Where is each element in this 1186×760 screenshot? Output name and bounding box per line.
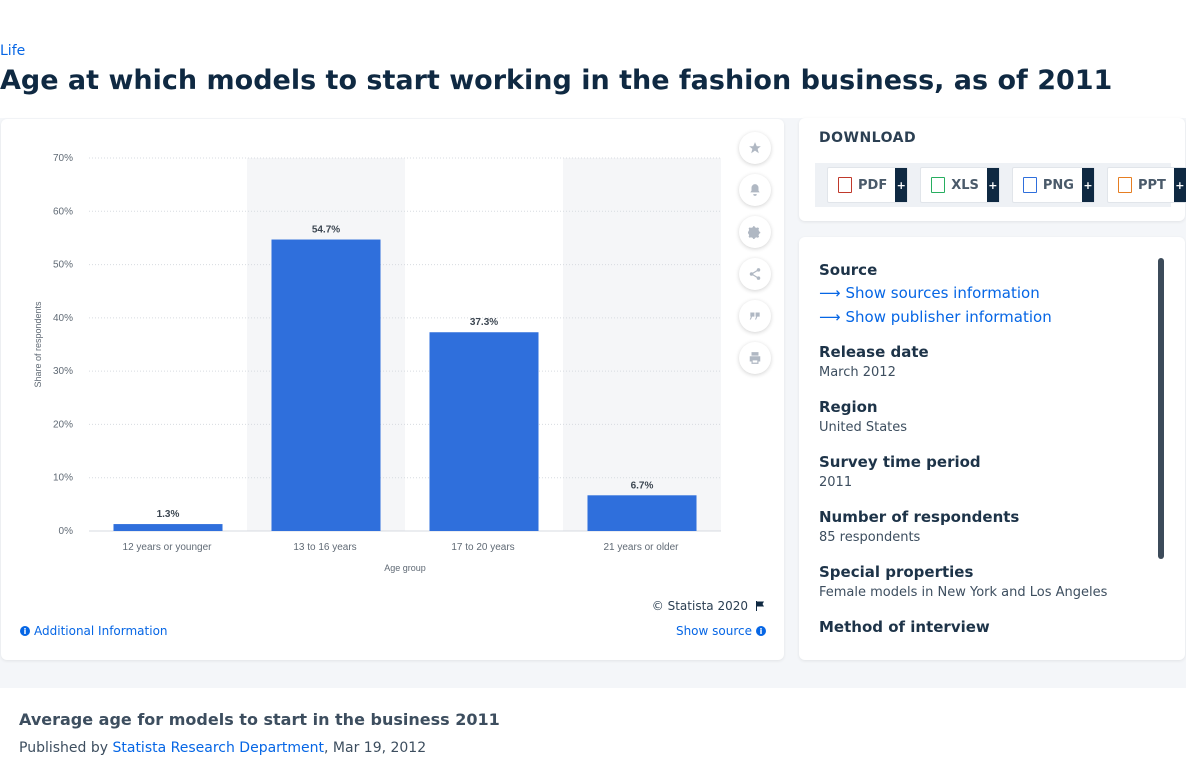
- x-tick-label: 12 years or younger: [123, 542, 213, 553]
- png-label: PNG: [1042, 177, 1074, 193]
- source-label: Source: [819, 261, 878, 279]
- data-label: 54.7%: [312, 225, 340, 236]
- x-tick-label: 21 years or older: [603, 542, 679, 553]
- print-icon: [749, 352, 761, 364]
- download-buttons: PDF + XLS + PNG + PPT +: [815, 163, 1186, 207]
- additional-info-label: Additional Information: [34, 624, 168, 638]
- chart-band: [563, 158, 721, 531]
- y-tick-label: 50%: [53, 260, 73, 271]
- bell-icon: [750, 184, 760, 196]
- xls-file-icon: [931, 177, 946, 193]
- method-label: Method of interview: [819, 618, 990, 636]
- y-tick-label: 30%: [53, 366, 73, 377]
- quote-icon: [749, 312, 760, 320]
- png-file-icon: [1022, 177, 1037, 193]
- download-pdf-button[interactable]: PDF +: [827, 167, 909, 203]
- download-xls-button[interactable]: XLS +: [920, 167, 1000, 203]
- region-value: United States: [819, 420, 908, 435]
- breadcrumb[interactable]: Life: [0, 43, 25, 59]
- bar: [587, 495, 697, 531]
- y-tick-label: 0%: [59, 526, 74, 537]
- publisher-link[interactable]: Statista Research Department: [112, 740, 324, 756]
- plus-icon: +: [1173, 168, 1186, 202]
- survey-period-label: Survey time period: [819, 453, 981, 471]
- show-source-link[interactable]: Show source i: [676, 624, 766, 638]
- settings-button[interactable]: [739, 216, 771, 248]
- info-icon: i: [20, 626, 30, 636]
- arrow-right-icon: ⟶: [819, 284, 841, 302]
- show-source-label: Show source: [675, 624, 752, 638]
- notification-button[interactable]: [739, 174, 771, 206]
- data-label: 1.3%: [157, 509, 180, 520]
- header-area: [0, 0, 1186, 118]
- y-tick-label: 70%: [53, 153, 73, 164]
- flag-icon[interactable]: [754, 600, 766, 612]
- cite-button[interactable]: [739, 300, 771, 332]
- y-tick-label: 40%: [53, 313, 73, 324]
- show-sources-link[interactable]: ⟶ Show sources information: [819, 284, 1040, 302]
- release-date-value: March 2012: [819, 365, 896, 380]
- show-publisher-label: Show publisher information: [845, 308, 1052, 326]
- print-button[interactable]: [739, 342, 771, 374]
- download-png-button[interactable]: PNG +: [1011, 167, 1095, 203]
- respondents-value: 85 respondents: [819, 530, 921, 545]
- show-sources-label: Show sources information: [845, 284, 1040, 302]
- pdf-file-icon: [838, 177, 852, 193]
- related-statistic: Average age for models to start in the b…: [0, 688, 1186, 760]
- special-properties-label: Special properties: [819, 563, 974, 581]
- special-properties-value: Female models in New York and Los Angele…: [819, 585, 1108, 600]
- release-date-label: Release date: [819, 343, 929, 361]
- share-button[interactable]: [739, 258, 771, 290]
- copyright-text: © Statista 2020: [651, 599, 748, 613]
- x-axis-title: Age group: [384, 563, 426, 573]
- published-by: Published by Statista Research Departmen…: [19, 740, 426, 756]
- scrollbar[interactable]: [1158, 258, 1164, 559]
- data-label: 37.3%: [470, 317, 498, 328]
- y-tick-label: 20%: [53, 419, 73, 430]
- y-tick-label: 10%: [53, 473, 73, 484]
- respondents-label: Number of respondents: [819, 508, 1020, 526]
- chart-card: 0% 10% 20% 30% 40% 50% 60% 70% 1.3% 12 years or y…: [1, 119, 784, 660]
- pdf-label: PDF: [858, 177, 888, 193]
- xls-label: XLS: [951, 177, 979, 193]
- region-label: Region: [819, 398, 878, 416]
- survey-period-value: 2011: [819, 475, 853, 490]
- bar: [429, 332, 539, 531]
- bar-chart: 0% 10% 20% 30% 40% 50% 60% 70% 1.3% 12 years or y…: [33, 153, 721, 573]
- additional-information-link[interactable]: i Additional Information: [20, 624, 168, 638]
- chart-copyright: © Statista 2020: [652, 599, 766, 613]
- download-card: DOWNLOAD PDF + XLS + PNG + PPT +: [799, 118, 1186, 221]
- x-tick-label: 13 to 16 years: [293, 542, 356, 553]
- x-tick-label: 17 to 20 years: [451, 542, 514, 553]
- source-info-card: Source ⟶ Show sources information ⟶ Show…: [799, 237, 1185, 660]
- info-icon: i: [756, 626, 766, 636]
- show-publisher-link[interactable]: ⟶ Show publisher information: [819, 308, 1052, 326]
- download-ppt-button[interactable]: PPT +: [1106, 167, 1186, 203]
- star-icon: [749, 142, 761, 154]
- favorite-star-button[interactable]: [739, 132, 771, 164]
- published-by-label: Published by: [19, 740, 109, 756]
- share-icon: [749, 268, 761, 280]
- plus-icon: +: [986, 168, 999, 202]
- y-tick-label: 60%: [53, 206, 73, 217]
- related-title[interactable]: Average age for models to start in the b…: [19, 710, 500, 729]
- bar: [271, 239, 381, 531]
- y-axis-title: Share of respondents: [33, 301, 43, 388]
- data-label: 6.7%: [631, 480, 654, 491]
- plus-icon: +: [1081, 168, 1094, 202]
- ppt-file-icon: [1117, 177, 1132, 193]
- publish-date: , Mar 19, 2012: [324, 740, 427, 756]
- gear-icon: [748, 226, 761, 239]
- download-title: DOWNLOAD: [819, 130, 917, 146]
- arrow-right-icon: ⟶: [819, 308, 841, 326]
- bar: [113, 524, 223, 531]
- plus-icon: +: [895, 168, 908, 202]
- ppt-label: PPT: [1137, 177, 1166, 193]
- page-title: Age at which models to start working in …: [0, 65, 1113, 96]
